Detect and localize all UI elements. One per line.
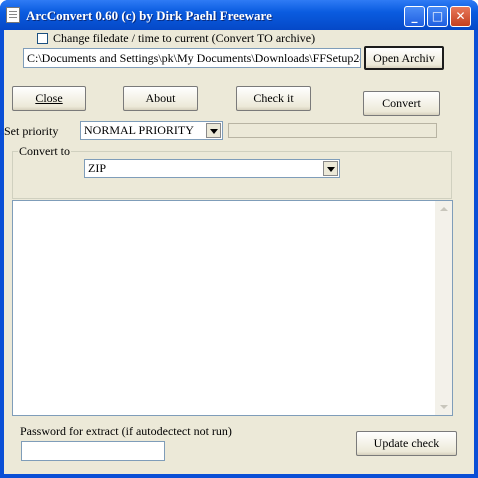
convert-to-value: ZIP [88,161,106,175]
log-scrollbar[interactable] [435,201,452,415]
chevron-down-icon[interactable] [206,123,221,138]
set-priority-label: Set priority [4,124,59,138]
priority-select[interactable]: NORMAL PRIORITY [80,121,223,140]
scroll-down-icon[interactable] [435,398,452,415]
open-archiv-button[interactable]: Open Archiv [364,46,444,70]
chevron-down-icon[interactable] [323,161,338,176]
convert-to-select[interactable]: ZIP [84,159,340,178]
app-window: ArcConvert 0.60 (c) by Dirk Paehl Freewa… [0,0,478,478]
minimize-button[interactable]: _ [404,6,425,27]
close-button-label: Close [35,91,63,105]
document-icon [6,7,20,23]
password-field[interactable] [21,441,165,461]
output-log[interactable] [12,200,453,416]
close-button[interactable]: Close [12,86,86,111]
check-it-button[interactable]: Check it [236,86,311,111]
about-button[interactable]: About [123,86,198,111]
change-filedate-label: Change filedate / time to current (Conve… [53,31,316,45]
password-label: Password for extract (if autodectect not… [20,424,232,438]
priority-value: NORMAL PRIORITY [84,123,194,137]
progress-bar [228,123,437,138]
update-check-button[interactable]: Update check [356,431,457,456]
maximize-button[interactable]: □ [427,6,448,27]
window-title: ArcConvert 0.60 (c) by Dirk Paehl Freewa… [26,8,272,23]
change-filedate-checkbox[interactable] [37,33,48,44]
client-area: Change filedate / time to current (Conve… [4,30,474,474]
scroll-up-icon[interactable] [435,201,452,218]
close-window-button[interactable]: ✕ [450,6,471,27]
convert-to-label: Convert to [18,144,71,159]
title-bar[interactable]: ArcConvert 0.60 (c) by Dirk Paehl Freewa… [0,0,478,30]
archive-path-field[interactable]: C:\Documents and Settings\pk\My Document… [23,48,361,68]
convert-button[interactable]: Convert [363,91,440,116]
